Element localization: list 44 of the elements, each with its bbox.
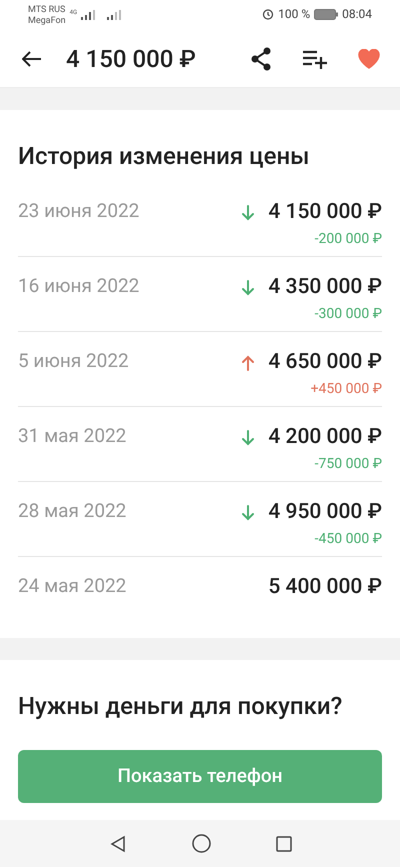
- show-phone-button[interactable]: Показать телефон: [18, 750, 382, 803]
- price-date: 28 мая 2022: [18, 498, 126, 524]
- back-icon[interactable]: [108, 834, 126, 852]
- price-date: 31 мая 2022: [18, 423, 126, 449]
- price-change: +450 000 ₽: [310, 380, 382, 398]
- arrow-down-icon: [241, 430, 256, 446]
- price-date: 5 июня 2022: [18, 348, 129, 374]
- price-value: 4 150 000 ₽: [268, 199, 382, 226]
- price-value: 4 200 000 ₽: [268, 424, 382, 451]
- section-title: Нужны деньги для покупки?: [18, 691, 344, 722]
- alarm-icon: [262, 8, 274, 20]
- price-change: -750 000 ₽: [314, 454, 382, 474]
- add-to-list-button[interactable]: [302, 48, 328, 68]
- price-value: 5 400 000 ₽: [268, 574, 382, 601]
- arrow-down-icon: [241, 280, 256, 296]
- price-date: 16 июня 2022: [18, 273, 140, 299]
- price-value: 4 650 000 ₽: [268, 349, 382, 376]
- price-value: 4 350 000 ₽: [268, 274, 382, 301]
- favorite-button[interactable]: [358, 48, 380, 68]
- back-arrow-icon: [22, 50, 42, 66]
- arrow-down-icon: [241, 204, 256, 221]
- battery-icon: [314, 8, 338, 20]
- signal-icon: [81, 10, 96, 20]
- carrier-name: MegaFon: [28, 16, 66, 27]
- share-icon: [250, 46, 272, 70]
- price-change: -200 000 ₽: [314, 230, 382, 248]
- home-icon[interactable]: [192, 834, 210, 853]
- page-title: 4 150 000 ₽: [66, 44, 196, 74]
- recents-icon[interactable]: [276, 836, 292, 852]
- heart-icon: [358, 48, 380, 68]
- share-button[interactable]: [250, 46, 272, 70]
- section-title: История изменения цены: [18, 141, 310, 172]
- battery-percent: 100 %: [278, 6, 310, 23]
- price-date: 23 июня 2022: [18, 198, 140, 224]
- carrier-name: MTS RUS: [28, 5, 66, 16]
- price-change: -300 000 ₽: [314, 304, 382, 324]
- clock: 08:04: [342, 6, 372, 23]
- price-change: -450 000 ₽: [314, 530, 382, 548]
- price-value: 4 950 000 ₽: [268, 499, 382, 526]
- signal-icon: [107, 10, 122, 20]
- price-date: 24 мая 2022: [18, 573, 126, 599]
- arrow-down-icon: [241, 504, 256, 521]
- playlist-add-icon: [302, 48, 328, 68]
- arrow-up-icon: [241, 354, 256, 371]
